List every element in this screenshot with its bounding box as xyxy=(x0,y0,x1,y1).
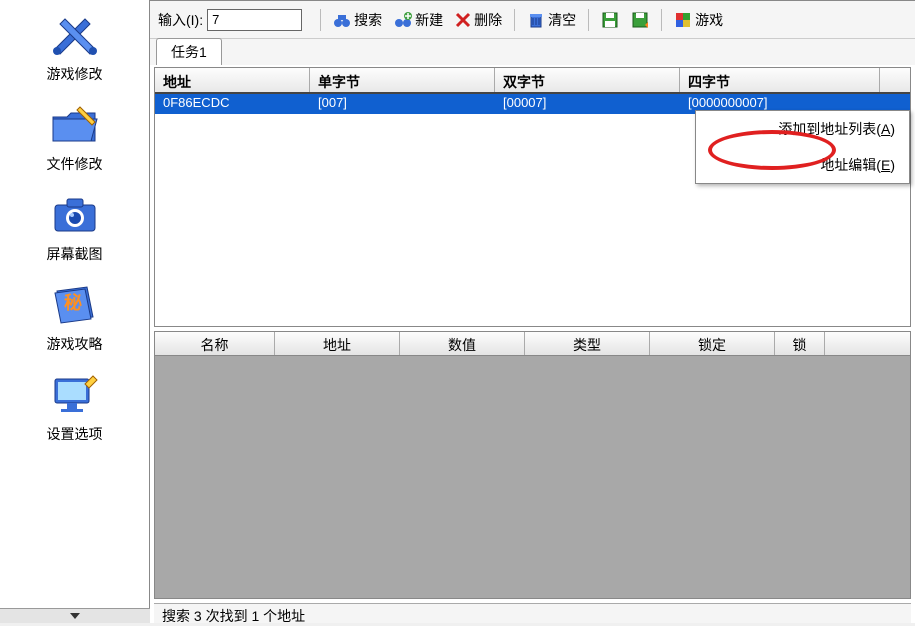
separator xyxy=(320,9,321,31)
game-button[interactable]: 游戏 xyxy=(670,8,727,32)
camera-icon xyxy=(43,188,107,240)
separator xyxy=(588,9,589,31)
col-value[interactable]: 数值 xyxy=(400,332,525,355)
sidebar-dropdown[interactable] xyxy=(0,608,150,623)
delete-button[interactable]: 删除 xyxy=(451,8,506,32)
save-disk-arrow-icon xyxy=(631,11,649,29)
delete-label: 删除 xyxy=(474,10,502,30)
separator xyxy=(661,9,662,31)
col-byte4[interactable]: 四字节 xyxy=(680,68,880,92)
folder-pencil-icon xyxy=(43,98,107,150)
trash-icon xyxy=(527,11,545,29)
col-byte1[interactable]: 单字节 xyxy=(310,68,495,92)
cell-byte2: [00007] xyxy=(495,94,680,114)
book-icon: 秘 xyxy=(43,278,107,330)
sidebar-item-label: 游戏修改 xyxy=(47,64,103,84)
sidebar-item-label: 文件修改 xyxy=(47,154,103,174)
address-list-panel: 名称 地址 数值 类型 锁定 锁 xyxy=(154,331,911,599)
save-disk-icon xyxy=(601,11,619,29)
col-lock[interactable]: 锁定 xyxy=(650,332,775,355)
cell-byte1: [007] xyxy=(310,94,495,114)
chevron-down-icon xyxy=(70,613,80,619)
sidebar-item-screenshot[interactable]: 屏幕截图 xyxy=(43,188,107,264)
tab-task1[interactable]: 任务1 xyxy=(156,38,222,65)
monitor-wrench-icon xyxy=(43,368,107,420)
search-input[interactable] xyxy=(207,9,302,31)
col-type[interactable]: 类型 xyxy=(525,332,650,355)
new-button[interactable]: 新建 xyxy=(390,8,447,32)
crossed-swords-icon xyxy=(43,8,107,60)
col-address[interactable]: 地址 xyxy=(155,68,310,92)
col-byte2[interactable]: 双字节 xyxy=(495,68,680,92)
binoculars-icon xyxy=(333,11,351,29)
save-button-1[interactable] xyxy=(597,9,623,31)
toolbar: 输入(I): 搜索 新建 删除 清空 xyxy=(150,1,915,39)
game-label: 游戏 xyxy=(695,10,723,30)
sidebar-item-file-edit[interactable]: 文件修改 xyxy=(43,98,107,174)
results-panel: 地址 单字节 双字节 四字节 0F86ECDC [007] [00007] [0… xyxy=(154,67,911,327)
sidebar-item-label: 屏幕截图 xyxy=(47,244,103,264)
status-bar: 搜索 3 次找到 1 个地址 xyxy=(154,603,911,623)
sidebar-item-settings[interactable]: 设置选项 xyxy=(43,368,107,444)
separator xyxy=(514,9,515,31)
sidebar-item-label: 游戏攻略 xyxy=(47,334,103,354)
clear-button[interactable]: 清空 xyxy=(523,8,580,32)
results-header: 地址 单字节 双字节 四字节 xyxy=(155,68,910,94)
context-edit-address[interactable]: 地址编辑(E) xyxy=(696,147,909,183)
context-add-to-list[interactable]: 添加到地址列表(A) xyxy=(696,111,909,147)
clear-label: 清空 xyxy=(548,10,576,30)
x-delete-icon xyxy=(455,12,471,28)
sidebar: 游戏修改 文件修改 屏幕截图 秘 游戏攻略 设置选项 xyxy=(0,0,150,623)
sidebar-item-label: 设置选项 xyxy=(47,424,103,444)
save-button-2[interactable] xyxy=(627,9,653,31)
input-label: 输入(I): xyxy=(158,10,203,30)
colorful-window-icon xyxy=(674,11,692,29)
new-label: 新建 xyxy=(415,10,443,30)
binoculars-plus-icon xyxy=(394,11,412,29)
col-name[interactable]: 名称 xyxy=(155,332,275,355)
search-button[interactable]: 搜索 xyxy=(329,8,386,32)
svg-text:秘: 秘 xyxy=(64,292,82,313)
lower-header: 名称 地址 数值 类型 锁定 锁 xyxy=(155,332,910,356)
cell-address: 0F86ECDC xyxy=(155,94,310,114)
col-addr[interactable]: 地址 xyxy=(275,332,400,355)
context-menu: 添加到地址列表(A) 地址编辑(E) xyxy=(695,110,910,184)
sidebar-item-game-guide[interactable]: 秘 游戏攻略 xyxy=(43,278,107,354)
col-lock2[interactable]: 锁 xyxy=(775,332,825,355)
tab-bar: 任务1 xyxy=(150,39,915,65)
search-label: 搜索 xyxy=(354,10,382,30)
main-area: 输入(I): 搜索 新建 删除 清空 xyxy=(150,0,915,623)
sidebar-item-game-edit[interactable]: 游戏修改 xyxy=(43,8,107,84)
